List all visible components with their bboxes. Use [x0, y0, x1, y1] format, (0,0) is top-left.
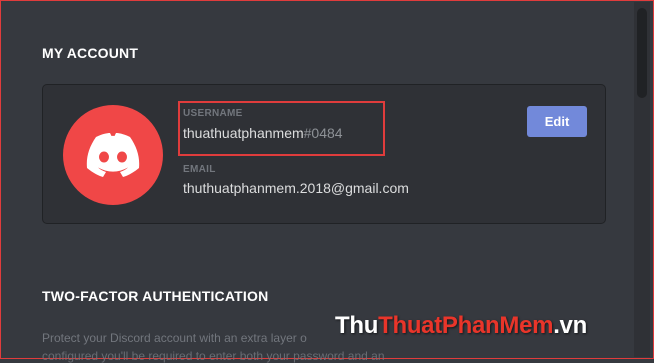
watermark-part3: PhanMem [441, 312, 554, 339]
username-label: USERNAME [183, 108, 243, 119]
account-card: USERNAME thuathuatphanmem#0484 EMAIL thu… [42, 84, 606, 224]
discriminator-text: #0484 [303, 125, 343, 141]
two-factor-description-line2: configured you'll be required to enter b… [42, 349, 385, 363]
watermark-part2: Thuat [378, 312, 442, 339]
two-factor-heading: TWO-FACTOR AUTHENTICATION [42, 288, 269, 304]
scrollbar-thumb[interactable] [637, 8, 647, 98]
discord-logo-icon [86, 133, 140, 177]
avatar[interactable] [63, 105, 163, 205]
my-account-heading: MY ACCOUNT [42, 45, 139, 61]
scrollbar[interactable] [634, 2, 650, 357]
edit-button[interactable]: Edit [527, 106, 587, 137]
email-value: thuthuatphanmem.2018@gmail.com [183, 180, 409, 196]
email-label: EMAIL [183, 164, 216, 175]
watermark-part1: Thu [335, 312, 379, 339]
watermark-logo: ThuThuatPhanMem.vn [335, 312, 587, 340]
username-text: thuathuatphanmem [183, 125, 304, 141]
username-value: thuathuatphanmem#0484 [183, 125, 343, 141]
watermark-part4: .vn [553, 312, 587, 339]
